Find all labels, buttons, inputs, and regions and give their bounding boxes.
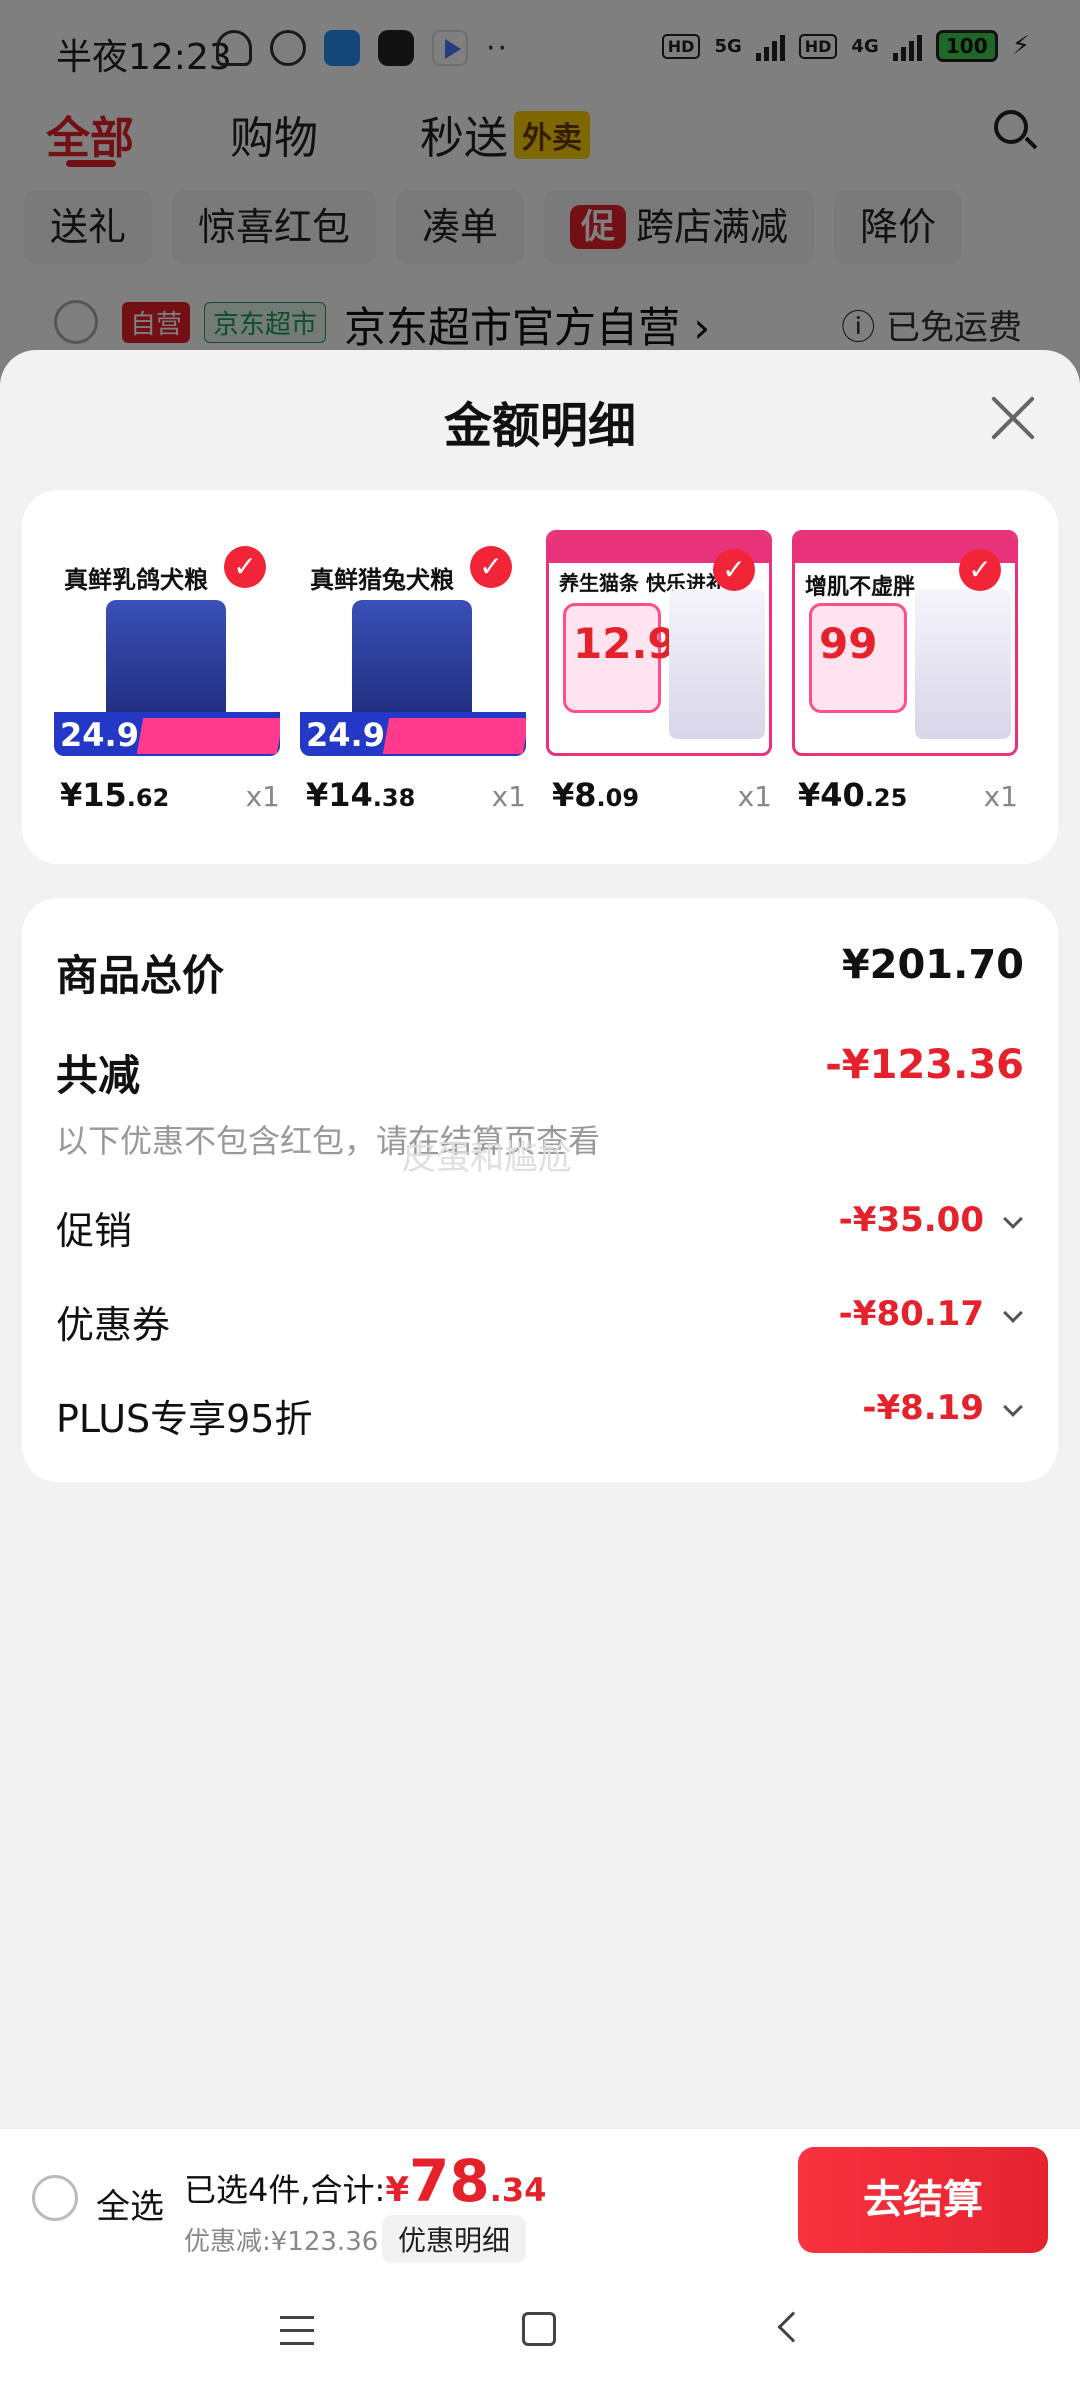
product-image: 真鲜乳鸽犬粮 24.9 ✓ [54,530,280,756]
select-all-radio[interactable] [32,2175,78,2221]
goods-total-label: 商品总价 [56,951,225,1000]
dim-overlay[interactable] [0,0,1080,400]
discount-detail-button[interactable]: 优惠明细 [382,2215,527,2263]
selected-summary: 已选4件,合计:¥78.34 [184,2147,546,2215]
system-nav-bar [0,2270,1080,2400]
total-reduce-label: 共减 [56,1051,141,1100]
checkout-bar: 全选 已选4件,合计:¥78.34 优惠减:¥123.36 优惠明细 去结算 [0,2128,1080,2270]
product-qty: x1 [491,780,526,813]
coupon-value: -¥80.17 [838,1294,984,1334]
product-price-dec: .09 [596,784,640,812]
product-price-int: ¥8 [552,776,597,814]
back-icon[interactable] [777,2311,809,2343]
product-price-row: ¥15.62 x1 [54,776,280,820]
total-int: 78 [409,2147,490,2215]
products-card: 真鲜乳鸽犬粮 24.9 ✓ ¥15.62 x1 真鲜猎兔犬粮 24.9 ✓ ¥1… [22,490,1058,864]
product-bag-image [352,600,472,730]
product-item[interactable]: 真鲜乳鸽犬粮 24.9 ✓ ¥15.62 x1 [54,530,280,830]
checkmark-icon: ✓ [713,549,755,591]
product-badge-price: 24.9 [306,716,385,754]
product-price: ¥15.62 [60,776,169,814]
product-price-row: ¥14.38 x1 [300,776,526,820]
product-bag-image [106,600,226,730]
product-price-dec: .38 [372,784,416,812]
product-price-row: ¥8.09 x1 [546,776,772,820]
product-image: 养生猫条 快乐进补 12.9 ✓ [546,530,772,756]
product-price: ¥40.25 [798,776,907,814]
product-banner: 24.9 [300,712,526,756]
total-reduce-row: 共减 -¥123.36 [56,1042,1024,1102]
discount-amount: 优惠减:¥123.36 [184,2227,379,2257]
product-price: ¥8.09 [552,776,639,814]
total-reduce-value: -¥123.36 [825,1042,1024,1088]
product-price-dec: .62 [126,784,170,812]
product-heading: 增肌不虚胖 [805,575,916,600]
product-price-int: ¥14 [306,776,373,814]
plus-value: -¥8.19 [862,1388,984,1428]
product-price-int: ¥15 [60,776,127,814]
close-icon[interactable] [988,394,1036,442]
product-item[interactable]: 真鲜猎兔犬粮 24.9 ✓ ¥14.38 x1 [300,530,526,830]
product-bag-image [669,589,765,739]
product-image: 增肌不虚胖 99 ✓ [792,530,1018,756]
home-icon[interactable] [522,2312,556,2346]
plus-row[interactable]: PLUS专享95折 -¥8.19 [56,1388,1024,1448]
promo-label: 促销 [56,1209,133,1253]
coupon-label: 优惠券 [56,1303,171,1347]
product-banner: 24.9 [54,712,280,756]
total-yen: ¥ [385,2170,409,2210]
goods-total-row: 商品总价 ¥201.70 [56,942,1024,1002]
checkmark-icon: ✓ [959,549,1001,591]
sheet-title: 金额明细 [443,398,636,454]
product-heading: 真鲜猎兔犬粮 [310,566,454,594]
plus-label: PLUS专享95折 [56,1397,313,1441]
product-badge-price: 99 [819,619,878,668]
menu-icon[interactable] [280,2316,314,2346]
product-bag-image [915,589,1011,739]
promo-value: -¥35.00 [838,1200,984,1240]
product-badge-price: 12.9 [573,619,677,668]
checkout-button[interactable]: 去结算 [798,2147,1048,2253]
product-price-int: ¥40 [798,776,865,814]
product-image: 真鲜猎兔犬粮 24.9 ✓ [300,530,526,756]
product-item[interactable]: 养生猫条 快乐进补 12.9 ✓ ¥8.09 x1 [546,530,772,830]
coupon-row[interactable]: 优惠券 -¥80.17 [56,1294,1024,1354]
product-price-dec: .25 [864,784,908,812]
checkmark-icon: ✓ [470,546,512,588]
selected-count-text: 已选4件,合计: [184,2171,386,2209]
product-qty: x1 [245,780,280,813]
summary-card: 商品总价 ¥201.70 共减 -¥123.36 以下优惠不包含红包，请在结算页… [22,898,1058,1482]
amount-detail-sheet: 金额明细 真鲜乳鸽犬粮 24.9 ✓ ¥15.62 x1 真鲜猎兔犬粮 24.9… [0,350,1080,2130]
product-heading: 真鲜乳鸽犬粮 [64,566,208,594]
product-price-row: ¥40.25 x1 [792,776,1018,820]
goods-total-value: ¥201.70 [841,942,1024,988]
product-qty: x1 [983,780,1018,813]
product-badge-price: 24.9 [60,716,139,754]
total-dec: .34 [489,2171,547,2209]
product-qty: x1 [737,780,772,813]
product-item[interactable]: 增肌不虚胖 99 ✓ ¥40.25 x1 [792,530,1018,830]
select-all-label[interactable]: 全选 [96,2179,164,2228]
promo-row[interactable]: 促销 -¥35.00 [56,1200,1024,1260]
checkmark-icon: ✓ [224,546,266,588]
watermark: 皮蛋和尴尬 [402,1138,572,1178]
product-price: ¥14.38 [306,776,415,814]
